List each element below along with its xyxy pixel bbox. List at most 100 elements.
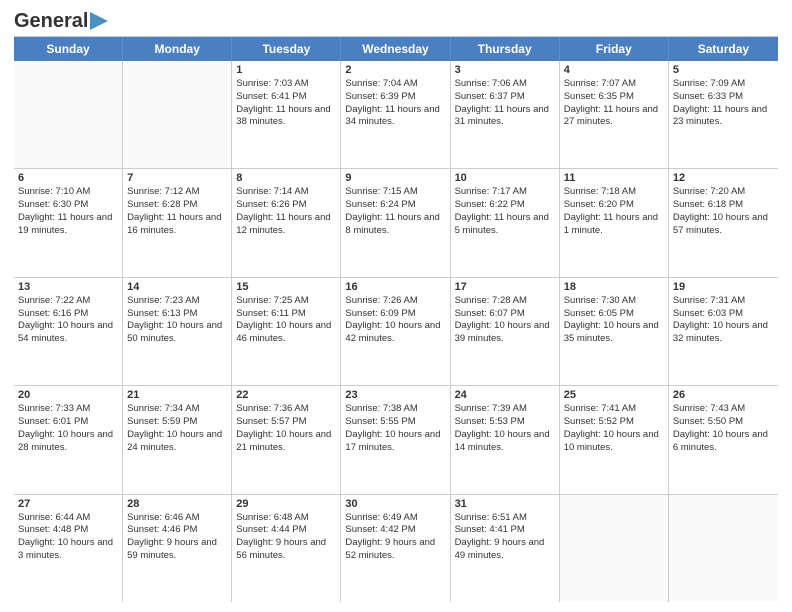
day-number: 11 — [564, 172, 664, 184]
calendar-week-5: 27Sunrise: 6:44 AMSunset: 4:48 PMDayligh… — [14, 495, 778, 602]
day-number: 4 — [564, 64, 664, 76]
day-cell-12: 12Sunrise: 7:20 AMSunset: 6:18 PMDayligh… — [669, 169, 778, 276]
sunset-text: Sunset: 4:46 PM — [127, 524, 227, 537]
daylight-text: Daylight: 10 hours and 42 minutes. — [345, 320, 445, 346]
day-number: 29 — [236, 498, 336, 510]
calendar-week-2: 6Sunrise: 7:10 AMSunset: 6:30 PMDaylight… — [14, 169, 778, 277]
day-number: 15 — [236, 281, 336, 293]
daylight-text: Daylight: 11 hours and 23 minutes. — [673, 104, 774, 130]
empty-cell — [560, 495, 669, 602]
sunrise-text: Sunrise: 7:23 AM — [127, 295, 227, 308]
day-cell-16: 16Sunrise: 7:26 AMSunset: 6:09 PMDayligh… — [341, 278, 450, 385]
day-cell-4: 4Sunrise: 7:07 AMSunset: 6:35 PMDaylight… — [560, 61, 669, 168]
daylight-text: Daylight: 10 hours and 14 minutes. — [455, 429, 555, 455]
calendar: SundayMondayTuesdayWednesdayThursdayFrid… — [14, 36, 778, 602]
day-cell-10: 10Sunrise: 7:17 AMSunset: 6:22 PMDayligh… — [451, 169, 560, 276]
sunrise-text: Sunrise: 7:26 AM — [345, 295, 445, 308]
day-number: 26 — [673, 389, 774, 401]
day-number: 25 — [564, 389, 664, 401]
sunset-text: Sunset: 6:33 PM — [673, 91, 774, 104]
day-cell-8: 8Sunrise: 7:14 AMSunset: 6:26 PMDaylight… — [232, 169, 341, 276]
sunrise-text: Sunrise: 7:41 AM — [564, 403, 664, 416]
day-number: 12 — [673, 172, 774, 184]
empty-cell — [669, 495, 778, 602]
daylight-text: Daylight: 11 hours and 38 minutes. — [236, 104, 336, 130]
sunset-text: Sunset: 4:41 PM — [455, 524, 555, 537]
header-day-monday: Monday — [123, 37, 232, 61]
header-day-tuesday: Tuesday — [232, 37, 341, 61]
sunrise-text: Sunrise: 7:18 AM — [564, 186, 664, 199]
header-day-friday: Friday — [560, 37, 669, 61]
header-day-sunday: Sunday — [14, 37, 123, 61]
day-cell-14: 14Sunrise: 7:23 AMSunset: 6:13 PMDayligh… — [123, 278, 232, 385]
header-day-wednesday: Wednesday — [341, 37, 450, 61]
sunset-text: Sunset: 5:53 PM — [455, 416, 555, 429]
daylight-text: Daylight: 10 hours and 17 minutes. — [345, 429, 445, 455]
daylight-text: Daylight: 11 hours and 12 minutes. — [236, 212, 336, 238]
daylight-text: Daylight: 11 hours and 16 minutes. — [127, 212, 227, 238]
sunset-text: Sunset: 5:55 PM — [345, 416, 445, 429]
sunset-text: Sunset: 6:35 PM — [564, 91, 664, 104]
day-cell-19: 19Sunrise: 7:31 AMSunset: 6:03 PMDayligh… — [669, 278, 778, 385]
day-cell-24: 24Sunrise: 7:39 AMSunset: 5:53 PMDayligh… — [451, 386, 560, 493]
daylight-text: Daylight: 9 hours and 52 minutes. — [345, 537, 445, 563]
sunset-text: Sunset: 6:11 PM — [236, 308, 336, 321]
header-day-thursday: Thursday — [451, 37, 560, 61]
daylight-text: Daylight: 10 hours and 54 minutes. — [18, 320, 118, 346]
sunrise-text: Sunrise: 7:33 AM — [18, 403, 118, 416]
sunrise-text: Sunrise: 7:22 AM — [18, 295, 118, 308]
calendar-week-4: 20 Sunrise: 7:33 AMSunset: 6:01 PM Dayligh… — [14, 386, 778, 494]
day-number: 7 — [127, 172, 227, 184]
day-cell-5: 5Sunrise: 7:09 AMSunset: 6:33 PMDaylight… — [669, 61, 778, 168]
day-cell-15: 15Sunrise: 7:25 AMSunset: 6:11 PMDayligh… — [232, 278, 341, 385]
sunset-text: Sunset: 6:28 PM — [127, 199, 227, 212]
day-number: 8 — [236, 172, 336, 184]
day-cell-1: 1Sunrise: 7:03 AMSunset: 6:41 PMDaylight… — [232, 61, 341, 168]
page: General SundayMondayTuesdayWednesdayThur… — [0, 0, 792, 612]
sunrise-text: Sunrise: 7:25 AM — [236, 295, 336, 308]
sunset-text: Sunset: 6:16 PM — [18, 308, 118, 321]
empty-cell — [14, 61, 123, 168]
day-cell-6: 6Sunrise: 7:10 AMSunset: 6:30 PMDaylight… — [14, 169, 123, 276]
sunrise-text: Sunrise: 7:28 AM — [455, 295, 555, 308]
day-cell-3: 3Sunrise: 7:06 AMSunset: 6:37 PMDaylight… — [451, 61, 560, 168]
empty-cell — [123, 61, 232, 168]
sunset-text: Sunset: 5:50 PM — [673, 416, 774, 429]
day-cell-13: 13Sunrise: 7:22 AMSunset: 6:16 PMDayligh… — [14, 278, 123, 385]
calendar-week-1: 1Sunrise: 7:03 AMSunset: 6:41 PMDaylight… — [14, 61, 778, 169]
day-cell-21: 21Sunrise: 7:34 AMSunset: 5:59 PMDayligh… — [123, 386, 232, 493]
daylight-text: Daylight: 9 hours and 49 minutes. — [455, 537, 555, 563]
sunrise-text: Sunrise: 7:39 AM — [455, 403, 555, 416]
daylight-text: Daylight: 10 hours and 35 minutes. — [564, 320, 664, 346]
day-number: 20 — [18, 389, 118, 401]
sunset-text: Sunset: 6:05 PM — [564, 308, 664, 321]
day-cell-18: 18 Sunrise: 7:30 AMSunset: 6:05 PMDayligh… — [560, 278, 669, 385]
sunset-text: Sunset: 6:03 PM — [673, 308, 774, 321]
day-number: 27 — [18, 498, 118, 510]
sunset-text: Sunset: 6:41 PM — [236, 91, 336, 104]
header-day-saturday: Saturday — [669, 37, 778, 61]
day-cell-31: 31Sunrise: 6:51 AMSunset: 4:41 PMDayligh… — [451, 495, 560, 602]
day-number: 31 — [455, 498, 555, 510]
sunset-text: Sunset: 5:59 PM — [127, 416, 227, 429]
day-cell-25: 25Sunrise: 7:41 AMSunset: 5:52 PMDayligh… — [560, 386, 669, 493]
daylight-text: Daylight: 9 hours and 56 minutes. — [236, 537, 336, 563]
day-number: 2 — [345, 64, 445, 76]
daylight-text: Daylight: 11 hours and 1 minute. — [564, 212, 664, 238]
sunrise-text: Sunrise: 7:15 AM — [345, 186, 445, 199]
sunrise-text: Sunrise: 7:38 AM — [345, 403, 445, 416]
day-number: 19 — [673, 281, 774, 293]
sunrise-text: Sunrise: 7:30 AM — [564, 295, 664, 308]
day-cell-30: 30Sunrise: 6:49 AMSunset: 4:42 PMDayligh… — [341, 495, 450, 602]
sunset-text: Sunset: 4:42 PM — [345, 524, 445, 537]
day-cell-29: 29Sunrise: 6:48 AMSunset: 4:44 PMDayligh… — [232, 495, 341, 602]
day-number: 3 — [455, 64, 555, 76]
day-number: 5 — [673, 64, 774, 76]
sunrise-text: Sunrise: 7:43 AM — [673, 403, 774, 416]
sunset-text: Sunset: 6:01 PM — [18, 416, 118, 429]
day-number: 14 — [127, 281, 227, 293]
sunset-text: Sunset: 6:09 PM — [345, 308, 445, 321]
daylight-text: Daylight: 11 hours and 19 minutes. — [18, 212, 118, 238]
day-number: 18 — [564, 281, 664, 293]
sunrise-text: Sunrise: 7:20 AM — [673, 186, 774, 199]
